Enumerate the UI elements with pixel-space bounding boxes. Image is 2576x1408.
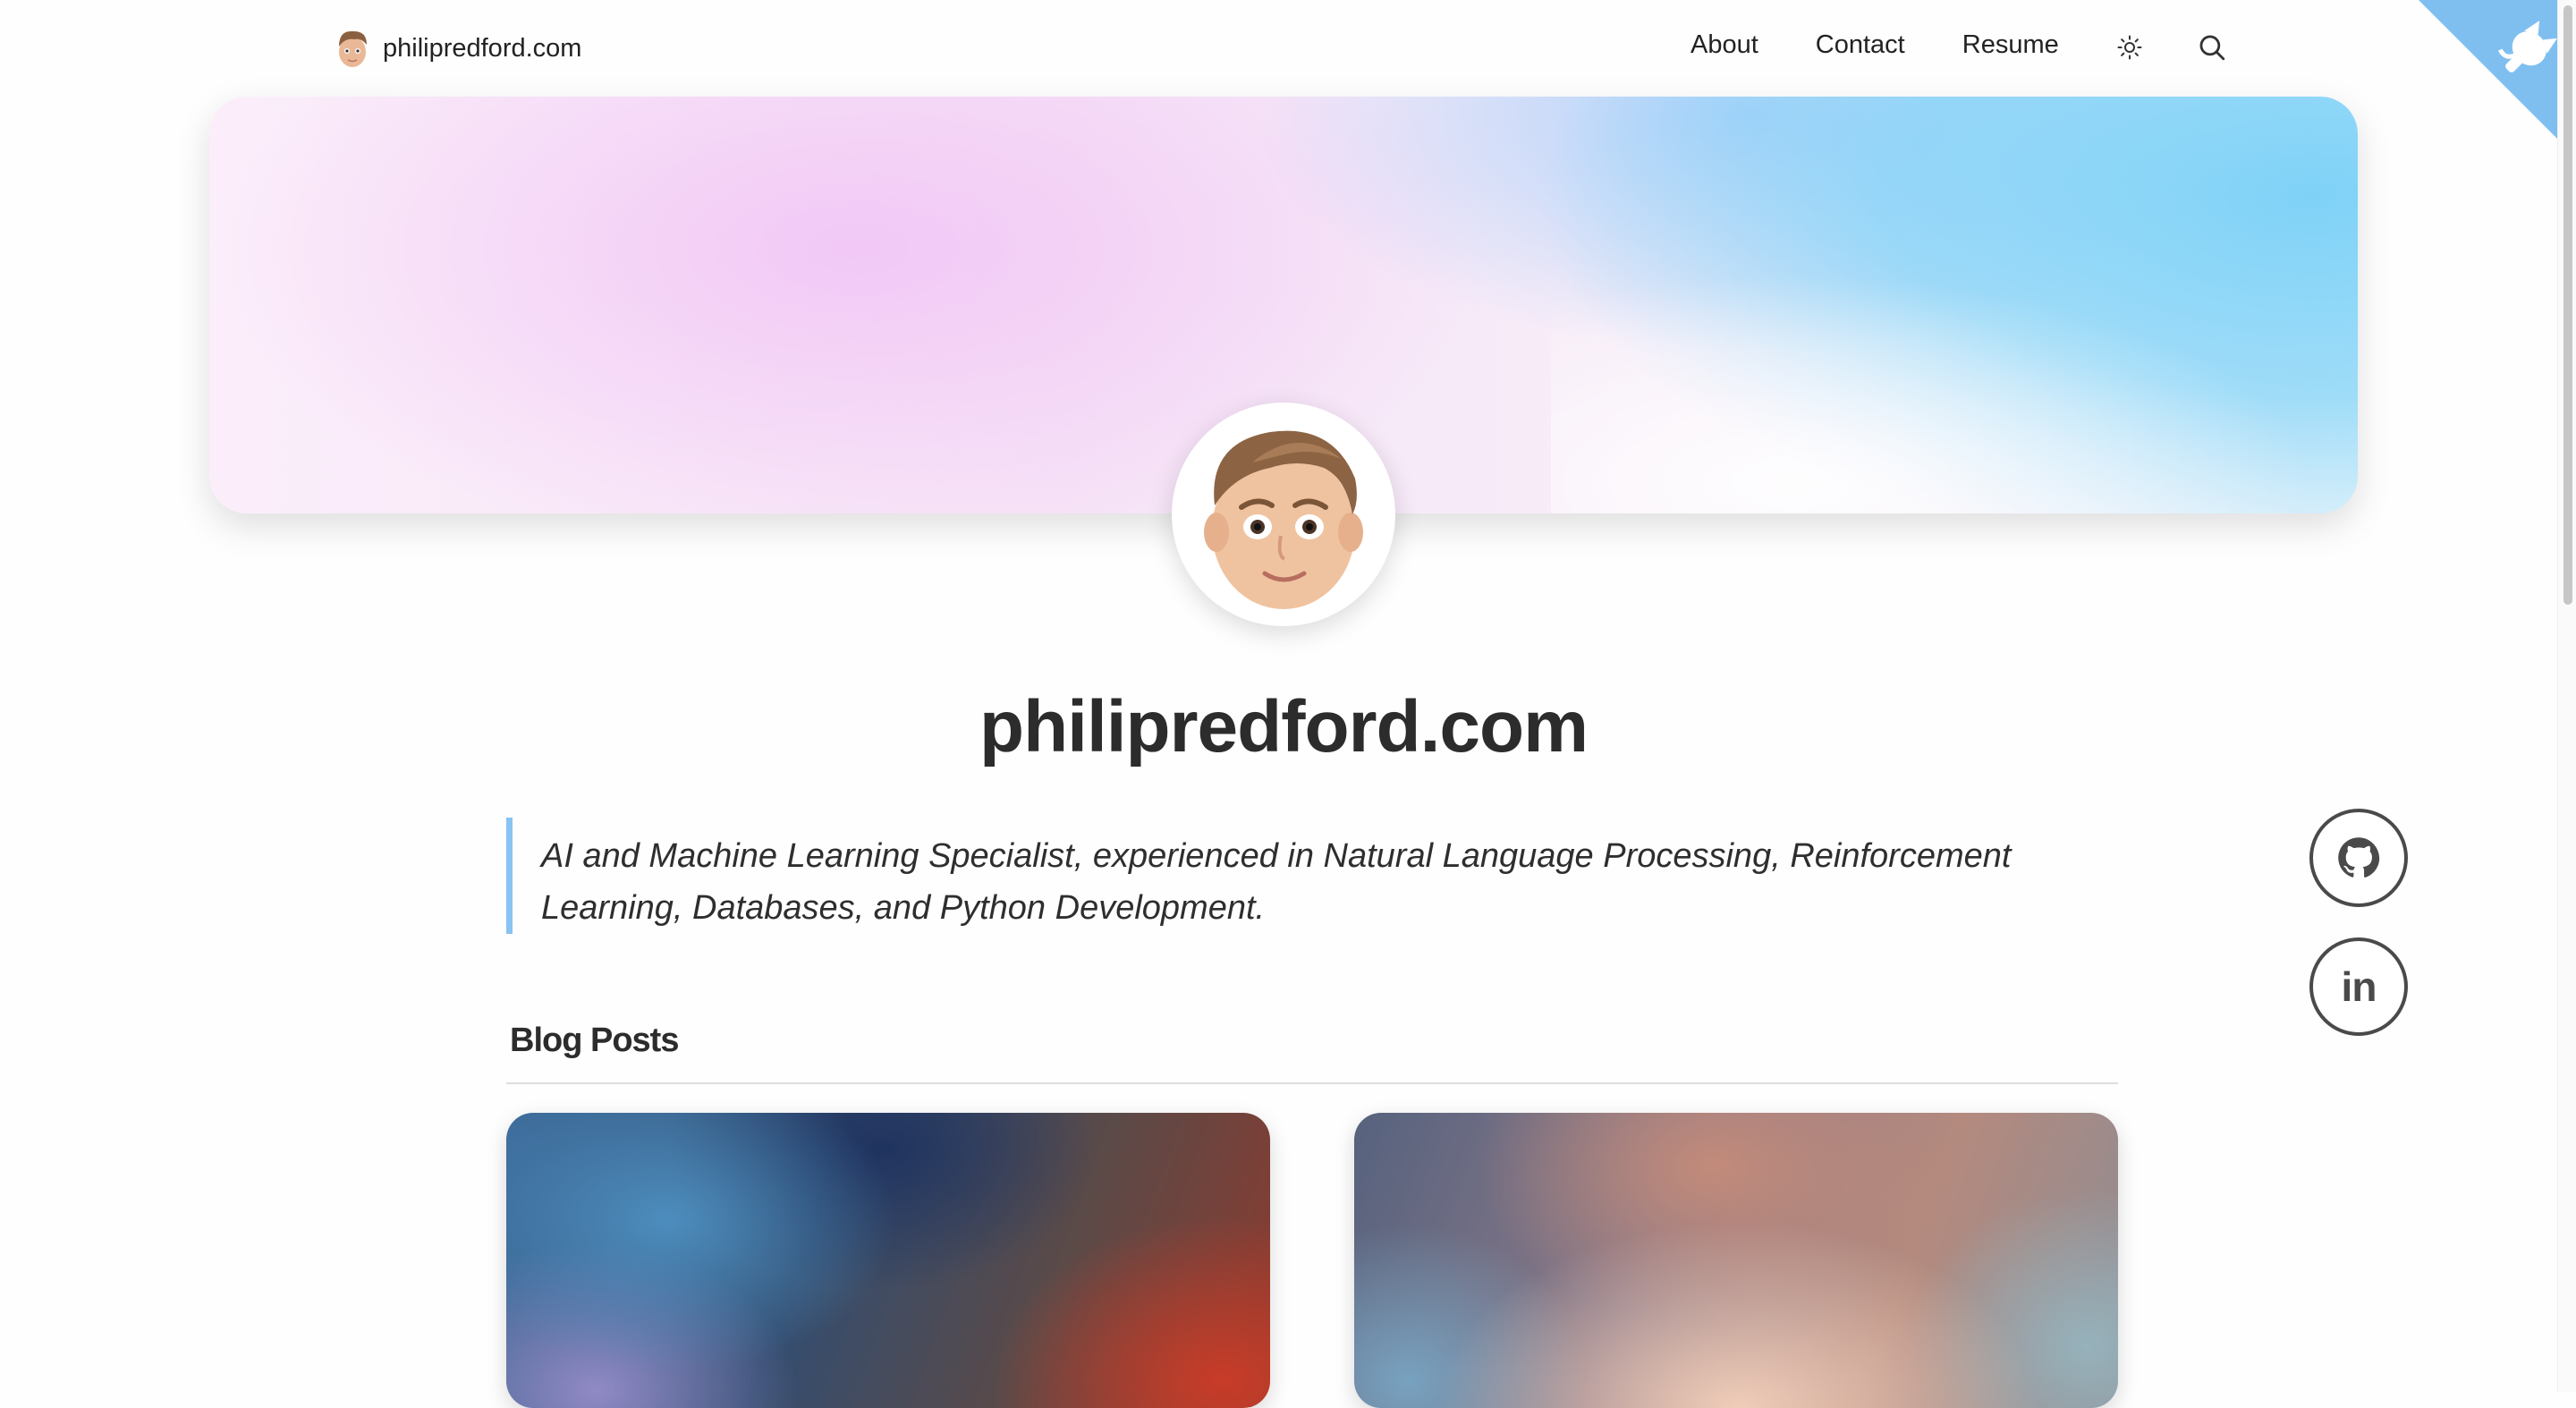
blog-post-card[interactable] — [506, 1113, 1270, 1408]
profile-avatar — [1172, 403, 1395, 626]
nav-resume-link[interactable]: Resume — [1962, 30, 2059, 60]
memoji-avatar-icon — [1204, 430, 1363, 609]
linkedin-icon: in — [2341, 963, 2377, 1010]
nav-links: About Contact Resume — [1690, 30, 2116, 60]
search-icon — [2199, 35, 2225, 61]
corner-ribbon — [2419, 0, 2576, 157]
section-divider — [506, 1082, 2118, 1084]
tagline-quote: AI and Machine Learning Specialist, expe… — [506, 818, 2107, 934]
scrollbar-thumb[interactable] — [2563, 5, 2572, 605]
linkedin-button[interactable]: in — [2309, 937, 2408, 1036]
nav-contact-link[interactable]: Contact — [1816, 30, 1905, 60]
github-corner-link[interactable] — [2419, 0, 2576, 157]
tagline-text: AI and Machine Learning Specialist, expe… — [541, 837, 2012, 927]
hero-highlight — [1551, 258, 2356, 513]
blog-posts-heading: Blog Posts — [510, 1022, 679, 1059]
blog-post-card[interactable] — [1354, 1113, 2118, 1408]
nav-about-link[interactable]: About — [1690, 30, 1758, 60]
page-title: philipredford.com — [979, 686, 1589, 768]
theme-toggle-button[interactable] — [2116, 34, 2143, 61]
sun-icon — [2117, 35, 2142, 60]
top-nav: philipredford.com About Contact Resume — [0, 0, 2576, 97]
avatar-icon — [339, 30, 367, 67]
brand-text: philipredford.com — [383, 33, 582, 63]
brand-link[interactable]: philipredford.com — [335, 27, 581, 70]
github-icon — [2338, 837, 2380, 878]
search-button[interactable] — [2197, 32, 2227, 63]
github-button[interactable] — [2309, 809, 2408, 907]
